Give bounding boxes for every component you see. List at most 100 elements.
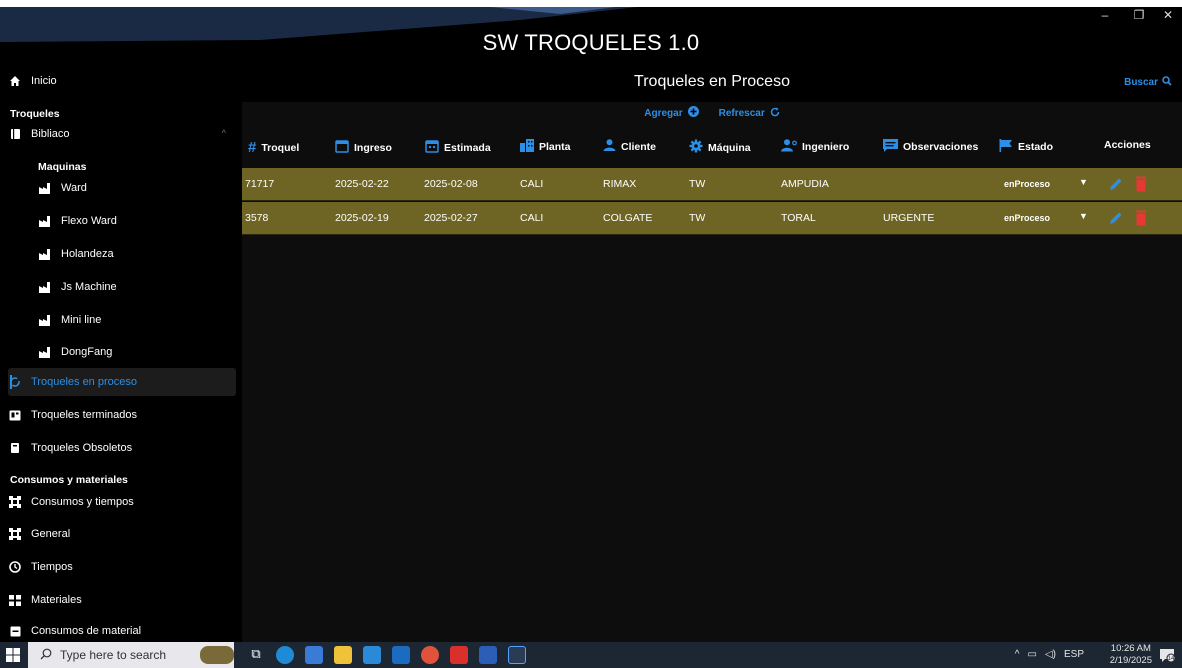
- edge-icon[interactable]: [276, 646, 294, 664]
- edit-icon[interactable]: [1108, 210, 1124, 226]
- outlook-icon[interactable]: [363, 646, 381, 664]
- state-select[interactable]: enProceso: [1004, 179, 1050, 189]
- cell-troquel: 3578: [245, 212, 269, 224]
- column-label: Acciones: [1104, 139, 1151, 151]
- word-icon[interactable]: [479, 646, 497, 664]
- calendar-icon: [335, 139, 349, 156]
- minimize-button[interactable]: –: [1093, 8, 1117, 24]
- table-row[interactable]: 3578 2025-02-19 2025-02-27 CALI COLGATE …: [242, 202, 1182, 235]
- column-header-cliente[interactable]: Cliente: [603, 139, 656, 154]
- outlook-mail-icon[interactable]: [392, 646, 410, 664]
- sidebar-item-materiales[interactable]: Materiales: [8, 586, 236, 614]
- network-icon[interactable]: ▭: [1028, 649, 1037, 660]
- delete-icon[interactable]: [1135, 210, 1147, 226]
- maximize-button[interactable]: ❐: [1127, 8, 1151, 24]
- acrobat-icon[interactable]: [450, 646, 468, 664]
- state-select[interactable]: enProceso: [1004, 213, 1050, 223]
- volume-icon[interactable]: ◁): [1045, 649, 1056, 660]
- factory-icon: [38, 214, 52, 228]
- cell-ingreso: 2025-02-19: [335, 212, 389, 224]
- sidebar-item-dongfang[interactable]: DongFang: [38, 338, 236, 366]
- factory-icon: [38, 181, 52, 195]
- app-running-icon[interactable]: [508, 646, 526, 664]
- hash-icon: #: [248, 139, 257, 156]
- plus-circle-icon: [687, 106, 699, 120]
- column-header-planta[interactable]: Planta: [520, 139, 571, 155]
- sidebar-item-inicio[interactable]: Inicio: [8, 67, 236, 95]
- edit-icon[interactable]: [1108, 176, 1124, 192]
- column-header-ingeniero[interactable]: Ingeniero: [781, 139, 849, 155]
- cell-maquina: TW: [689, 178, 706, 190]
- factory-icon: [38, 345, 52, 359]
- chevron-up-icon[interactable]: ^: [1015, 649, 1020, 660]
- column-label: Observaciones: [903, 141, 979, 153]
- sidebar-item-general[interactable]: General: [8, 520, 236, 548]
- notification-icon[interactable]: 14: [1159, 647, 1175, 663]
- task-view-icon[interactable]: ⧉: [247, 646, 265, 664]
- table-row[interactable]: 71717 2025-02-22 2025-02-08 CALI RIMAX T…: [242, 168, 1182, 201]
- close-button[interactable]: ✕: [1156, 8, 1180, 24]
- sidebar-item-holandeza[interactable]: Holandeza: [38, 240, 236, 268]
- sidebar-item-label: Troqueles en proceso: [31, 376, 137, 388]
- cell-planta: CALI: [520, 212, 544, 224]
- sidebar-item-troqueles-terminados[interactable]: Troqueles terminados: [8, 401, 236, 429]
- table-header: # Troquel Ingreso Estimada Planta Client…: [242, 130, 1182, 162]
- search-highlight-icon[interactable]: [200, 646, 234, 664]
- column-header-estado[interactable]: Estado: [999, 139, 1053, 155]
- cell-estimada: 2025-02-08: [424, 178, 478, 190]
- column-header-observaciones[interactable]: Observaciones: [883, 139, 978, 155]
- sidebar-item-label: Flexo Ward: [61, 215, 117, 227]
- sidebar-item-js-machine[interactable]: Js Machine: [38, 273, 236, 301]
- sidebar-item-label: Mini line: [61, 314, 102, 326]
- building-icon: [520, 139, 534, 155]
- sidebar-item-label: Ward: [61, 182, 87, 194]
- sidebar-item-troqueles-obsoletos[interactable]: Troqueles Obsoletos: [8, 434, 236, 462]
- refresh-button[interactable]: Refrescar: [719, 107, 780, 120]
- windows-start-icon[interactable]: [5, 647, 21, 663]
- factory-icon: [38, 313, 52, 327]
- clock-date: 2/19/2025: [1109, 655, 1152, 666]
- column-label: Ingeniero: [802, 141, 850, 153]
- main-panel: Troqueles en Proceso Buscar Agregar Refr…: [242, 62, 1182, 642]
- dropdown-arrow-icon[interactable]: ▼: [1079, 211, 1088, 221]
- sidebar-item-flexo-ward[interactable]: Flexo Ward: [38, 207, 236, 235]
- file-explorer-icon[interactable]: [334, 646, 352, 664]
- consumption-icon: [8, 527, 22, 541]
- clock-time: 10:26 AM: [1110, 643, 1151, 654]
- taskbar-clock[interactable]: 10:26 AM 2/19/2025: [1110, 643, 1152, 667]
- column-label: Planta: [539, 141, 571, 153]
- chrome-icon[interactable]: [421, 646, 439, 664]
- factory-icon: [38, 280, 52, 294]
- column-header-estimada[interactable]: Estimada: [425, 139, 491, 156]
- column-header-maquina[interactable]: Máquina: [689, 139, 751, 156]
- language-indicator[interactable]: ESP: [1064, 649, 1084, 660]
- add-button[interactable]: Agregar: [644, 106, 699, 120]
- sidebar-item-ward[interactable]: Ward: [38, 174, 236, 202]
- search-button[interactable]: Buscar: [1124, 76, 1172, 89]
- sidebar-item-consumos-material[interactable]: Consumos de material: [8, 617, 236, 642]
- sidebar-item-label: Troqueles Obsoletos: [31, 442, 133, 454]
- cell-cliente: COLGATE: [603, 212, 653, 224]
- column-header-troquel[interactable]: # Troquel: [248, 139, 299, 156]
- sidebar-item-label: Bibliaco: [31, 128, 70, 140]
- clock-icon: [8, 560, 22, 574]
- materials-icon: [8, 593, 22, 607]
- sidebar-item-label: Js Machine: [61, 281, 117, 293]
- chevron-up-icon[interactable]: ^: [222, 128, 226, 138]
- sidebar-item-mini-line[interactable]: Mini line: [38, 306, 236, 334]
- delete-icon[interactable]: [1135, 176, 1147, 192]
- taskbar: Type here to search ⧉ ^ ▭ ◁) ESP 10:26 A…: [0, 642, 1182, 668]
- sidebar-item-consumos-tiempos[interactable]: Consumos y tiempos: [8, 488, 236, 516]
- app-title: SW TROQUELES 1.0: [482, 30, 700, 55]
- column-header-ingreso[interactable]: Ingreso: [335, 139, 392, 156]
- column-label: Máquina: [708, 141, 751, 154]
- store-icon[interactable]: [305, 646, 323, 664]
- sidebar-item-bibliaco[interactable]: Bibliaco ^: [8, 120, 236, 148]
- archive-icon: [8, 441, 22, 455]
- dropdown-arrow-icon[interactable]: ▼: [1079, 177, 1088, 187]
- active-indicator: [10, 375, 12, 389]
- sidebar-item-label: Consumos de material: [31, 625, 142, 637]
- title-bar: SW TROQUELES 1.0 – ❐ ✕: [0, 0, 1182, 62]
- sidebar-item-troqueles-en-proceso[interactable]: Troqueles en proceso: [8, 368, 236, 396]
- sidebar-item-tiempos[interactable]: Tiempos: [8, 553, 236, 581]
